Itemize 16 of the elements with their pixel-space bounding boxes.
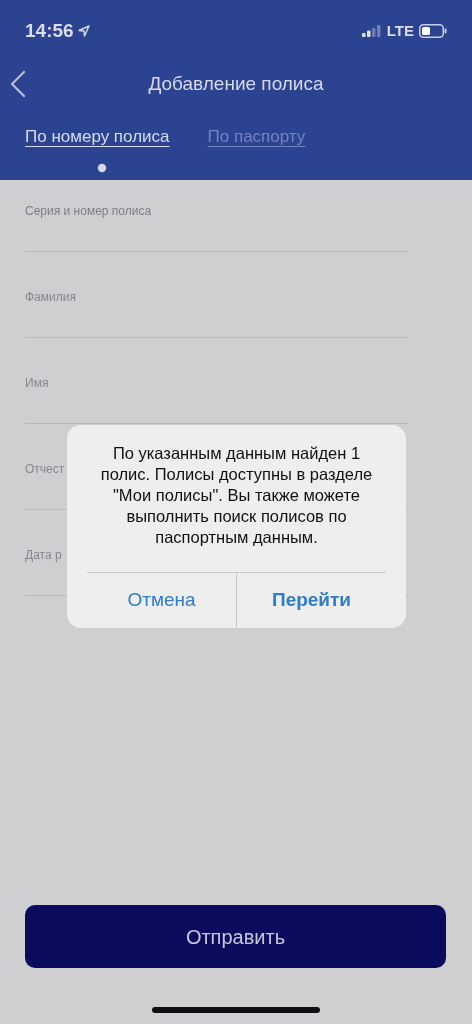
battery-icon (419, 24, 447, 38)
back-icon[interactable] (10, 70, 26, 98)
input-field[interactable]: Фамилия (25, 288, 408, 338)
input-field[interactable]: Имя (25, 374, 408, 424)
signal-icon (361, 25, 382, 37)
location-arrow-icon (77, 25, 90, 37)
tab[interactable]: По номеру полиса (25, 124, 170, 150)
network-label: LTE (386, 20, 414, 41)
status-time: 14:56 (25, 18, 74, 43)
tab[interactable]: По паспорту (207, 124, 306, 150)
alert-message: По указанным данным найден 1 полис. Полисы доступны в разделе "Мои полисы". Вы также можете выполнить поиск полисов по паспортным данным. (99, 443, 374, 548)
dialog-button[interactable]: Отмена (87, 573, 236, 628)
submit-button[interactable]: Отправить (25, 905, 446, 968)
screen-title: Добавление полиса (148, 71, 324, 96)
input-field[interactable]: Серия и номер полиса (25, 202, 408, 252)
dialog-button[interactable]: Перейти (236, 573, 386, 628)
